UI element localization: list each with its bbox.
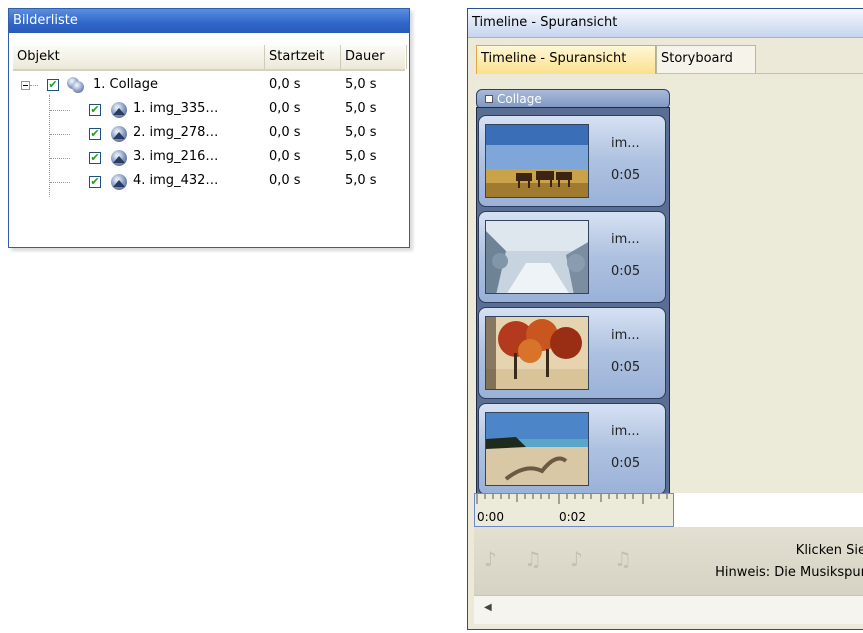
row-start: 0,0 s xyxy=(269,77,301,92)
column-duration[interactable]: Dauer xyxy=(341,45,407,69)
clip-thumbnail xyxy=(485,220,589,294)
clip-thumbnail xyxy=(485,316,589,390)
row-duration: 5,0 s xyxy=(345,101,377,116)
tree-row-collage[interactable]: ✔ 1. Collage 0,0 s 5,0 s xyxy=(13,75,407,97)
checkbox-icon[interactable]: ✔ xyxy=(89,104,101,116)
ruler-label: 0:00 xyxy=(477,510,504,524)
bilderliste-title: Bilderliste xyxy=(9,9,409,33)
scroll-left-arrow-icon[interactable]: ◀ xyxy=(484,602,492,613)
tab-timeline-spuransicht[interactable]: Timeline - Spuransicht xyxy=(476,45,656,74)
row-duration: 5,0 s xyxy=(345,149,377,164)
tree-connector xyxy=(50,158,70,159)
clip-name: im... xyxy=(611,136,640,151)
music-hint-line1: Klicken Sie xyxy=(795,543,863,558)
clip-duration: 0:05 xyxy=(611,168,641,183)
image-icon xyxy=(111,102,127,118)
row-duration: 5,0 s xyxy=(345,77,377,92)
row-start: 0,0 s xyxy=(269,149,301,164)
timeline-window-title: Timeline - Spuransicht xyxy=(468,9,863,38)
tree-row-image[interactable]: ✔ 1. img_335… 0,0 s 5,0 s xyxy=(13,99,407,121)
row-label: 3. img_216… xyxy=(133,149,219,164)
column-object[interactable]: Objekt xyxy=(13,45,265,69)
image-icon xyxy=(111,126,127,142)
timeline-clip[interactable]: im... 0:05 xyxy=(478,307,666,399)
ruler-empty-area xyxy=(674,493,863,527)
tree-connector xyxy=(50,110,70,111)
music-note-icon: ♫ xyxy=(524,547,542,571)
row-start: 0,0 s xyxy=(269,125,301,140)
group-label: Collage xyxy=(497,92,542,106)
tab-storyboard[interactable]: Storyboard xyxy=(656,45,756,73)
checkbox-icon[interactable]: ✔ xyxy=(47,79,59,91)
ruler-ticks xyxy=(476,494,668,504)
timeline-clip[interactable]: im... 0:05 xyxy=(478,211,666,303)
clip-thumbnail xyxy=(485,412,589,486)
clip-duration: 0:05 xyxy=(611,456,641,471)
image-icon xyxy=(111,150,127,166)
checkbox-icon[interactable]: ✔ xyxy=(89,176,101,188)
clip-duration: 0:05 xyxy=(611,264,641,279)
row-label: 2. img_278… xyxy=(133,125,219,140)
row-label: 1. Collage xyxy=(93,77,159,92)
collage-group-header[interactable]: Collage xyxy=(476,89,670,109)
clip-name: im... xyxy=(611,328,640,343)
collapse-icon[interactable] xyxy=(21,81,30,90)
checkbox-icon[interactable]: ✔ xyxy=(89,152,101,164)
music-hint-line2: Hinweis: Die Musikspur xyxy=(715,565,863,580)
timeline-window: Timeline - Spuransicht Timeline - Spuran… xyxy=(467,8,863,630)
tree-connector xyxy=(30,85,38,86)
row-label: 4. img_432… xyxy=(133,173,219,188)
clip-thumbnail xyxy=(485,124,589,198)
column-header: Objekt Startzeit Dauer xyxy=(13,45,407,71)
tree-connector xyxy=(50,134,70,135)
image-icon xyxy=(111,174,127,190)
tree-row-image[interactable]: ✔ 2. img_278… 0,0 s 5,0 s xyxy=(13,123,407,145)
row-duration: 5,0 s xyxy=(345,173,377,188)
clip-name: im... xyxy=(611,424,640,439)
row-start: 0,0 s xyxy=(269,101,301,116)
tree-row-image[interactable]: ✔ 4. img_432… 0,0 s 5,0 s xyxy=(13,171,407,193)
timeline-clip[interactable]: im... 0:05 xyxy=(478,115,666,207)
clip-duration: 0:05 xyxy=(611,360,641,375)
collage-icon xyxy=(67,77,85,93)
ruler-label: 0:02 xyxy=(559,510,586,524)
row-label: 1. img_335… xyxy=(133,101,219,116)
checkbox-icon[interactable]: ✔ xyxy=(89,128,101,140)
time-ruler[interactable]: 0:00 0:02 xyxy=(474,493,674,527)
column-start[interactable]: Startzeit xyxy=(265,45,341,69)
music-note-icon: ♪ xyxy=(484,547,497,571)
music-note-icon: ♪ xyxy=(570,547,583,571)
music-track-area[interactable]: ♪ ♫ ♪ ♫ Klicken Sie Hinweis: Die Musiksp… xyxy=(474,527,863,595)
row-duration: 5,0 s xyxy=(345,125,377,140)
clip-name: im... xyxy=(611,232,640,247)
tab-strip: Timeline - Spuransicht Storyboard xyxy=(476,45,863,74)
collapse-icon[interactable] xyxy=(485,95,493,103)
tree-row-image[interactable]: ✔ 3. img_216… 0,0 s 5,0 s xyxy=(13,147,407,169)
music-note-icon: ♫ xyxy=(614,547,632,571)
horizontal-scrollbar[interactable]: ◀ xyxy=(474,595,863,624)
bilderliste-panel: Bilderliste Objekt Startzeit Dauer ✔ 1. … xyxy=(8,8,410,248)
row-start: 0,0 s xyxy=(269,173,301,188)
tree-connector xyxy=(50,182,70,183)
timeline-clip[interactable]: im... 0:05 xyxy=(478,403,666,495)
